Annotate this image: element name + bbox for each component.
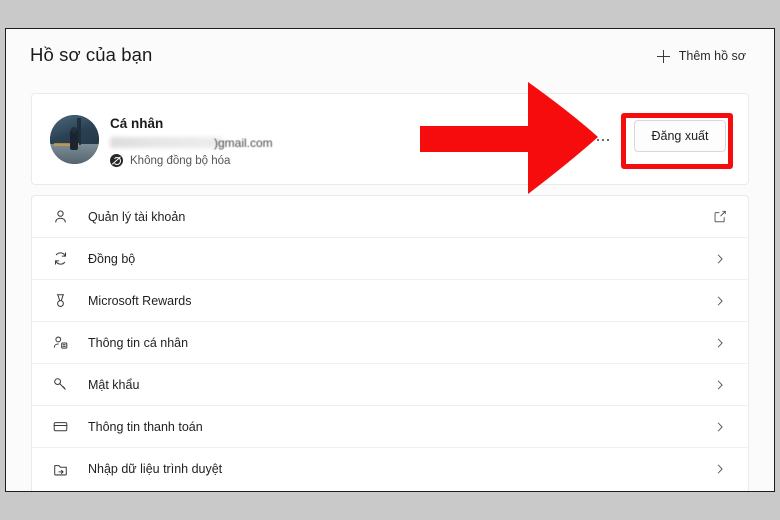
avatar	[50, 115, 99, 164]
list-item-label: Quản lý tài khoản	[88, 209, 186, 224]
chevron-right-icon[interactable]	[712, 461, 728, 477]
profile-name: Cá nhân	[110, 116, 164, 131]
sync-status-label: Không đồng bộ hóa	[130, 154, 231, 167]
list-item[interactable]: Mật khẩu	[32, 364, 748, 406]
plus-icon	[656, 49, 670, 63]
chevron-right-icon[interactable]	[712, 335, 728, 351]
chevron-right-icon[interactable]	[712, 377, 728, 393]
sync-icon	[51, 250, 69, 268]
list-item-label: Microsoft Rewards	[88, 293, 192, 308]
list-item-label: Đồng bộ	[88, 251, 136, 266]
list-item[interactable]: Thông tin thanh toán	[32, 406, 748, 448]
page-title: Hồ sơ của bạn	[30, 44, 153, 65]
list-item-label: Mật khẩu	[88, 377, 140, 392]
person-card-icon	[51, 334, 69, 352]
key-icon	[51, 376, 69, 394]
medal-icon	[51, 292, 69, 310]
email-suffix: )gmail.com	[214, 135, 273, 150]
chevron-right-icon[interactable]	[712, 251, 728, 267]
chevron-right-icon[interactable]	[712, 293, 728, 309]
email-redaction	[110, 137, 222, 148]
add-profile-label: Thêm hồ sơ	[678, 49, 746, 63]
list-item[interactable]: Nhập dữ liệu trình duyệt	[32, 448, 748, 490]
add-profile-button[interactable]: Thêm hồ sơ	[656, 49, 746, 63]
profiles-settings-page: Hồ sơ của bạn Thêm hồ sơ Cá nhân )gmail.…	[6, 29, 774, 491]
screenshot-root: Hồ sơ của bạn Thêm hồ sơ Cá nhân )gmail.…	[0, 0, 780, 520]
profile-email: )gmail.com	[110, 135, 273, 150]
external-link-icon[interactable]	[712, 209, 728, 225]
sync-status: Không đồng bộ hóa	[110, 154, 230, 167]
credit-card-icon	[51, 418, 69, 436]
ellipsis-icon[interactable]	[590, 127, 616, 153]
profile-card: Cá nhân )gmail.com Không đồng bộ hóa Đăn…	[31, 93, 749, 185]
list-item[interactable]: Thông tin cá nhân	[32, 322, 748, 364]
list-item[interactable]: Microsoft Rewards	[32, 280, 748, 322]
list-item-label: Nhập dữ liệu trình duyệt	[88, 462, 223, 476]
signout-button[interactable]: Đăng xuất	[634, 120, 726, 152]
person-icon	[51, 208, 69, 226]
list-item-label: Thông tin thanh toán	[88, 419, 203, 434]
list-item[interactable]: Quản lý tài khoản	[32, 196, 748, 238]
sync-off-icon	[110, 154, 123, 167]
browser-window: Hồ sơ của bạn Thêm hồ sơ Cá nhân )gmail.…	[5, 28, 775, 492]
page-header: Hồ sơ của bạn Thêm hồ sơ	[6, 29, 774, 89]
list-item[interactable]: Đồng bộ	[32, 238, 748, 280]
list-item-label: Thông tin cá nhân	[88, 335, 189, 350]
profile-settings-list: Quản lý tài khoản Đồng bộ Microsoft Reward…	[31, 195, 749, 491]
import-folder-icon	[51, 460, 69, 478]
chevron-right-icon[interactable]	[712, 419, 728, 435]
